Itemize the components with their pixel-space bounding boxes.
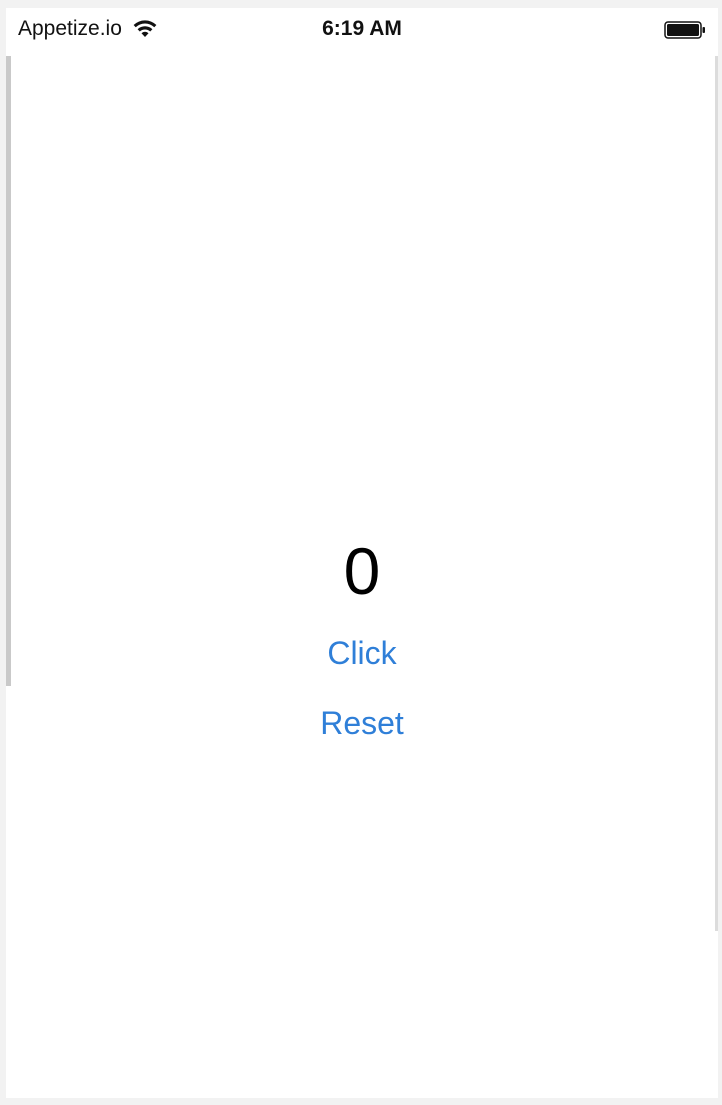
- main-content: 0 Click Reset: [6, 50, 718, 1098]
- counter-value: 0: [343, 534, 381, 608]
- status-bar: Appetize.io 6:19 AM: [6, 8, 718, 50]
- reset-button[interactable]: Reset: [6, 707, 718, 739]
- app-screen: Appetize.io 6:19 AM 0 Click Reset: [6, 8, 718, 1098]
- click-button[interactable]: Click: [6, 637, 718, 669]
- status-time: 6:19 AM: [322, 17, 402, 40]
- battery-icon: [664, 21, 705, 39]
